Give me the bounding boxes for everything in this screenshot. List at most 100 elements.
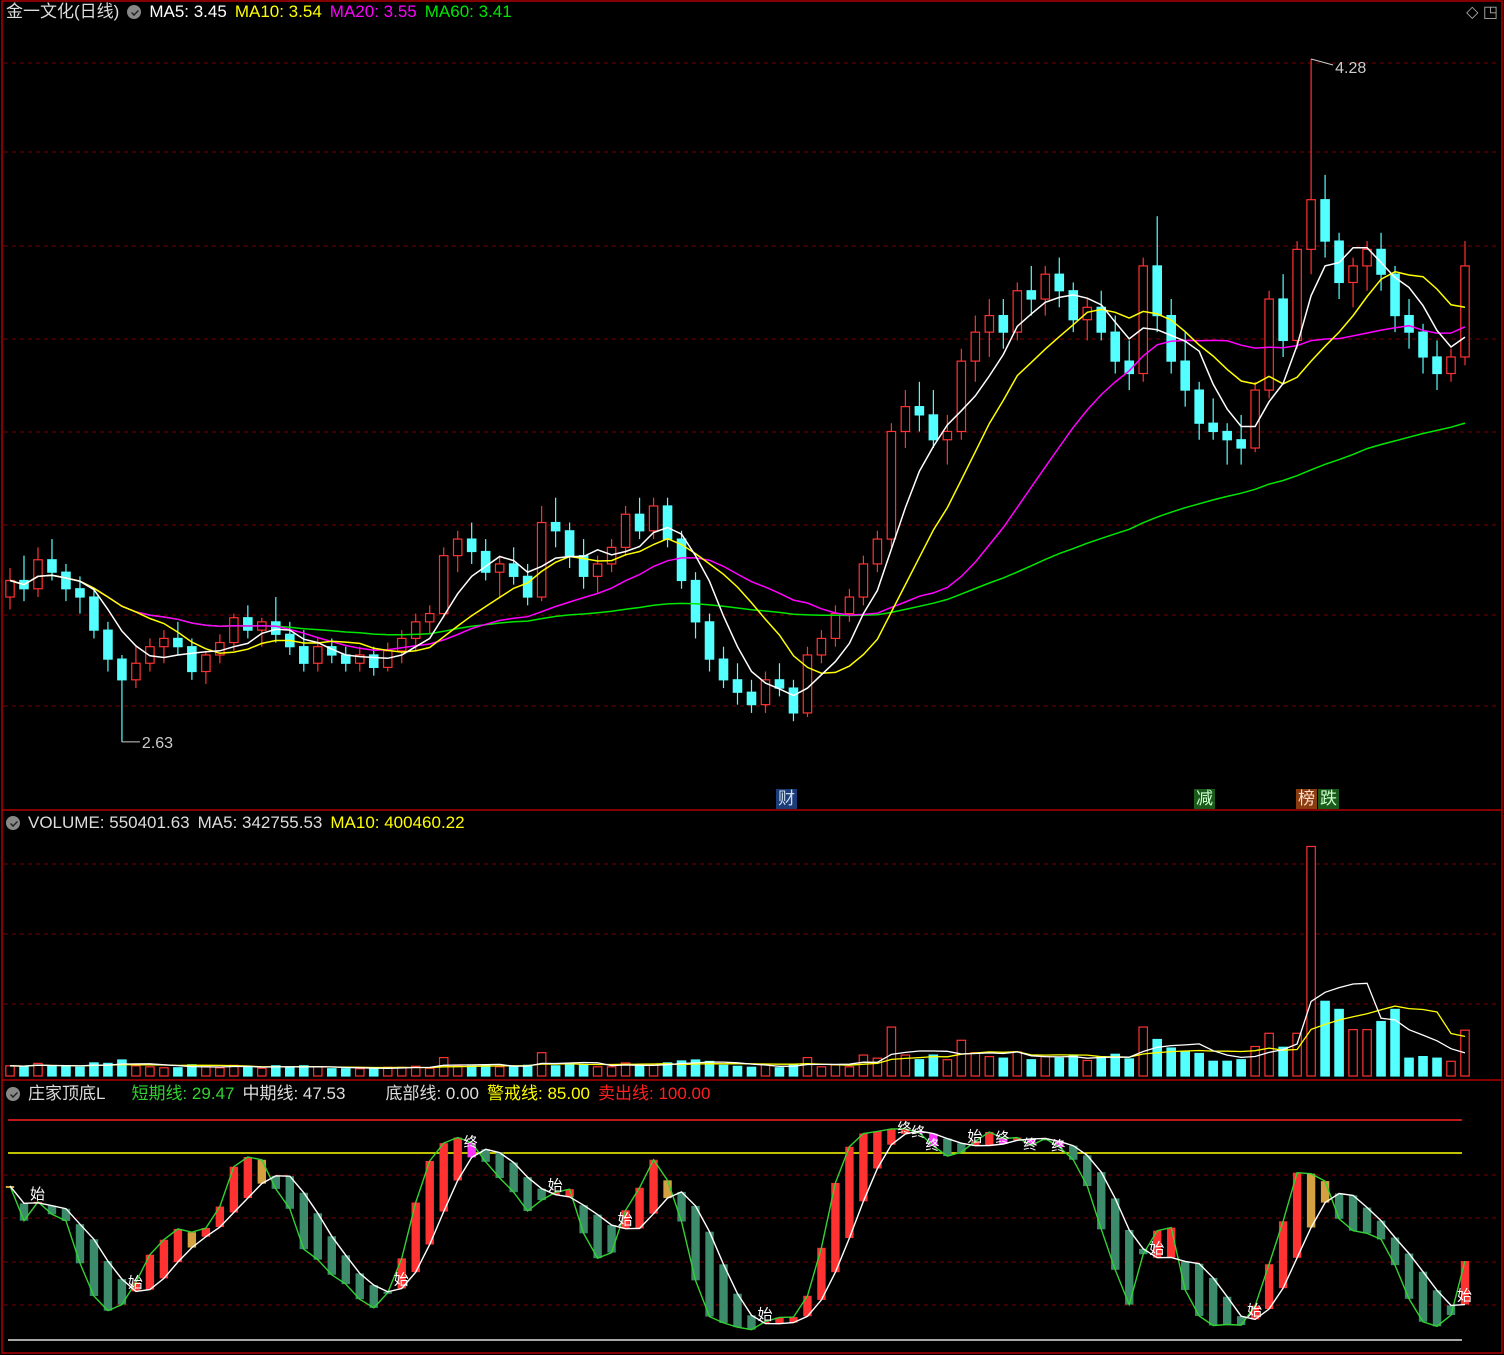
settings-icon[interactable] [127,5,142,19]
volume-bar-down [1278,1046,1288,1077]
volume-bar-down [1068,1055,1079,1077]
settings-icon[interactable] [6,816,20,830]
indicator-bar [1334,1193,1344,1219]
candle-body-up [620,513,631,548]
candle-body-down [634,513,645,532]
end-mark: 终 [925,1137,939,1153]
volume-bar-down [550,1065,561,1077]
candle [494,555,505,598]
start-mark: 始 [1149,1241,1164,1258]
volume-bar-down [1096,1056,1107,1077]
restore-icon[interactable]: ◳ [1483,4,1498,21]
diamond-icon[interactable]: ◇ [1466,4,1478,21]
candle [802,646,813,718]
candle-body-down [61,571,71,590]
volume-bar-down [522,1064,533,1077]
candle-body-up [984,314,995,333]
end-mark: 终 [897,1120,911,1136]
candle [1222,423,1232,465]
volume-bar-down [928,1054,939,1077]
candle-body-down [732,679,743,693]
short-line-label: 短期线: 29.47 [131,1084,235,1103]
stock-chart-canvas[interactable]: 4.282.63始始 始终始始始终 终终始终终终始始始 [0,0,1504,1355]
high-marker-arrow [1310,58,1334,66]
candle [1264,290,1274,399]
candle [1446,348,1456,382]
window-controls[interactable]: ◇ ◳ [1466,2,1498,22]
candle-body-down [299,646,309,664]
volume-bar-down [19,1065,29,1077]
candle-body-down [271,621,281,635]
panel2-header: VOLUME: 550401.63 MA5: 342755.53 MA10: 400… [6,813,473,833]
volume-bar-up [760,1064,771,1077]
candle-body-down [662,505,673,540]
candle [1026,265,1037,316]
indicator-bar [1432,1290,1442,1327]
volume-bar-down [1054,1057,1065,1077]
volume-label: VOLUME: 550401.63 [28,813,190,832]
volume-bar-up [1446,1060,1456,1077]
volume-bar-down [732,1065,743,1077]
candle [1404,299,1414,349]
candle [998,299,1009,349]
event-tag-die[interactable]: 跌 [1318,789,1339,809]
candle-body-down [1320,199,1330,242]
volume-bar-down [1194,1052,1204,1077]
event-tag-bang[interactable]: 榜 [1296,789,1317,809]
volume-bar-down [75,1066,85,1077]
settings-icon[interactable] [6,1087,20,1101]
candle-body-up [858,563,869,598]
candle-body-up [410,621,421,640]
volume-bar-down [173,1067,183,1077]
low-price-label: 2.63 [142,735,173,752]
indicator-title: 庄家顶底L [28,1084,106,1103]
candle [872,530,883,573]
candle-body-down [928,414,939,441]
candle [354,646,365,672]
start-mark: 始 [548,1178,563,1195]
candle [886,423,897,548]
volume-bar-down [1418,1056,1428,1077]
candle [438,547,449,618]
candle-body-down [103,629,113,660]
candle [159,630,169,664]
candle-body-up [131,662,141,681]
candle [103,621,113,672]
indicator-bar [1292,1172,1302,1258]
candle-body-down [47,559,57,573]
indicator-bar [1348,1195,1358,1231]
ma20-label: MA20: 3.55 [329,2,417,21]
candle-body-up [33,559,43,590]
candle [1460,241,1470,366]
candle [690,572,701,639]
event-tag-cai[interactable]: 财 [776,789,797,809]
mid-term-line [9,1130,1466,1325]
candle [984,299,995,357]
candle-body-down [550,521,561,532]
indicator-bar [1306,1173,1316,1228]
candle-body-down [1222,430,1232,441]
indicator-bar [103,1261,113,1311]
volume-bar-down [1432,1057,1442,1077]
panel1-header: 金一文化(日线) MA5: 3.45 MA10: 3.54 MA20: 3.55 MA6… [6,2,520,22]
candle-body-down [1096,306,1107,333]
event-tag-jian[interactable]: 减 [1194,789,1215,809]
candle-body-up [382,650,393,668]
candle-body-up [970,331,981,362]
panel3-header: 庄家顶底L 短期线: 29.47 中期线: 47.53 底部线: 0.00 警戒线: 8… [6,1084,718,1104]
volume-bar-down [508,1066,519,1077]
volume-bar-down [774,1067,785,1077]
candle [900,390,911,449]
candle [704,613,715,672]
start-mark: 始 [967,1129,982,1146]
indicator-bar [159,1239,169,1279]
candle [508,547,519,585]
candle-body-up [1250,389,1260,449]
candle-body-down [704,621,715,660]
candle-body-up [1460,265,1470,358]
volume-bar-down [117,1059,127,1077]
candle-body-up [802,654,813,714]
volume-bar-up [844,1066,855,1077]
indicator-bar [243,1157,253,1199]
candle-body-down [914,406,925,416]
